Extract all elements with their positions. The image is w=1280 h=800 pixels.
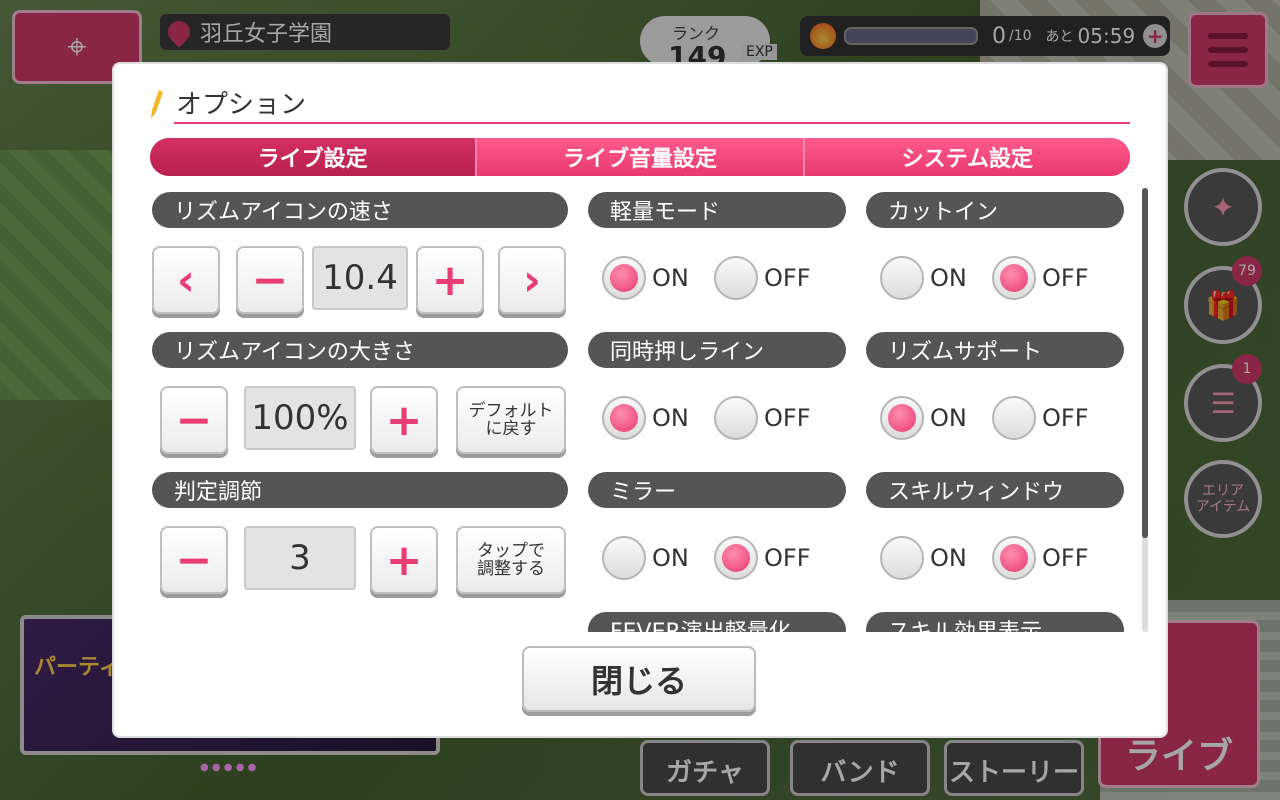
close-button[interactable]: 閉じる bbox=[522, 646, 756, 712]
radio-indicator bbox=[880, 256, 924, 300]
radio-label: ON bbox=[652, 544, 689, 572]
options-dialog: オプション ライブ設定 ライブ音量設定 システム設定 リズムアイコンの速さ ‹ … bbox=[114, 64, 1166, 736]
judge-value: 3 bbox=[244, 526, 356, 590]
radio-rhythm_support-on[interactable]: ON bbox=[880, 396, 967, 440]
dialog-title: オプション bbox=[176, 90, 307, 120]
size-decrease-button[interactable]: − bbox=[160, 386, 228, 454]
radio-indicator bbox=[602, 536, 646, 580]
plus-icon: + bbox=[385, 394, 423, 446]
radio-label: OFF bbox=[1042, 264, 1089, 292]
tab-live-settings[interactable]: ライブ設定 bbox=[150, 138, 478, 176]
size-reset-default-button[interactable]: デフォルト に戻す bbox=[456, 386, 566, 454]
judge-header: 判定調節 bbox=[152, 472, 568, 508]
toggle-header-sim_line: 同時押しライン bbox=[588, 332, 846, 368]
radio-indicator bbox=[602, 396, 646, 440]
judge-tap-adjust-button[interactable]: タップで 調整する bbox=[456, 526, 566, 594]
toggle-header-cutin: カットイン bbox=[866, 192, 1124, 228]
tab-live-volume[interactable]: ライブ音量設定 bbox=[477, 138, 805, 176]
judge-decrease-button[interactable]: − bbox=[160, 526, 228, 594]
speed-coarse-increase-button[interactable]: › bbox=[498, 246, 566, 314]
size-increase-button[interactable]: + bbox=[370, 386, 438, 454]
radio-indicator bbox=[714, 396, 758, 440]
speed-value: 10.4 bbox=[312, 246, 408, 310]
plus-icon: + bbox=[385, 534, 423, 586]
toggle-header-rhythm_support: リズムサポート bbox=[866, 332, 1124, 368]
radio-mirror-on[interactable]: ON bbox=[602, 536, 689, 580]
chevron-right-icon: › bbox=[522, 254, 542, 306]
radio-skill_window-off[interactable]: OFF bbox=[992, 536, 1089, 580]
minus-icon: − bbox=[251, 254, 289, 306]
settings-tabs: ライブ設定 ライブ音量設定 システム設定 bbox=[150, 138, 1130, 176]
radio-light_mode-off[interactable]: OFF bbox=[714, 256, 811, 300]
radio-cutin-on[interactable]: ON bbox=[880, 256, 967, 300]
radio-cutin-off[interactable]: OFF bbox=[992, 256, 1089, 300]
speed-header: リズムアイコンの速さ bbox=[152, 192, 568, 228]
minus-icon: − bbox=[175, 394, 213, 446]
radio-label: OFF bbox=[1042, 404, 1089, 432]
pen-icon bbox=[151, 90, 163, 119]
size-header: リズムアイコンの大きさ bbox=[152, 332, 568, 368]
radio-indicator bbox=[880, 536, 924, 580]
toggle-header-skill_effect: スキル効果表示 bbox=[866, 612, 1124, 632]
radio-label: OFF bbox=[1042, 544, 1089, 572]
radio-sim_line-off[interactable]: OFF bbox=[714, 396, 811, 440]
plus-icon: + bbox=[431, 254, 469, 306]
radio-label: ON bbox=[930, 544, 967, 572]
chevron-left-icon: ‹ bbox=[176, 254, 196, 306]
radio-indicator bbox=[714, 536, 758, 580]
radio-indicator bbox=[992, 256, 1036, 300]
radio-label: OFF bbox=[764, 404, 811, 432]
judge-increase-button[interactable]: + bbox=[370, 526, 438, 594]
radio-label: ON bbox=[930, 264, 967, 292]
speed-coarse-decrease-button[interactable]: ‹ bbox=[152, 246, 220, 314]
radio-label: ON bbox=[652, 264, 689, 292]
radio-label: ON bbox=[652, 404, 689, 432]
scrollbar-thumb[interactable] bbox=[1142, 188, 1148, 538]
radio-indicator bbox=[992, 536, 1036, 580]
speed-decrease-button[interactable]: − bbox=[236, 246, 304, 314]
speed-increase-button[interactable]: + bbox=[416, 246, 484, 314]
toggle-header-fever_light: FEVER演出軽量化 bbox=[588, 612, 846, 632]
radio-mirror-off[interactable]: OFF bbox=[714, 536, 811, 580]
radio-label: OFF bbox=[764, 264, 811, 292]
toggle-header-skill_window: スキルウィンドウ bbox=[866, 472, 1124, 508]
tab-system-settings[interactable]: システム設定 bbox=[804, 138, 1130, 176]
radio-light_mode-on[interactable]: ON bbox=[602, 256, 689, 300]
settings-content: リズムアイコンの速さ ‹ − 10.4 + › リズムアイコンの大きさ − 10… bbox=[150, 188, 1134, 632]
radio-label: ON bbox=[930, 404, 967, 432]
radio-rhythm_support-off[interactable]: OFF bbox=[992, 396, 1089, 440]
radio-indicator bbox=[602, 256, 646, 300]
radio-indicator bbox=[714, 256, 758, 300]
toggle-header-light_mode: 軽量モード bbox=[588, 192, 846, 228]
toggle-header-mirror: ミラー bbox=[588, 472, 846, 508]
title-underline bbox=[174, 122, 1130, 124]
radio-indicator bbox=[880, 396, 924, 440]
radio-sim_line-on[interactable]: ON bbox=[602, 396, 689, 440]
radio-label: OFF bbox=[764, 544, 811, 572]
size-value: 100% bbox=[244, 386, 356, 450]
radio-skill_window-on[interactable]: ON bbox=[880, 536, 967, 580]
radio-indicator bbox=[992, 396, 1036, 440]
minus-icon: − bbox=[175, 534, 213, 586]
